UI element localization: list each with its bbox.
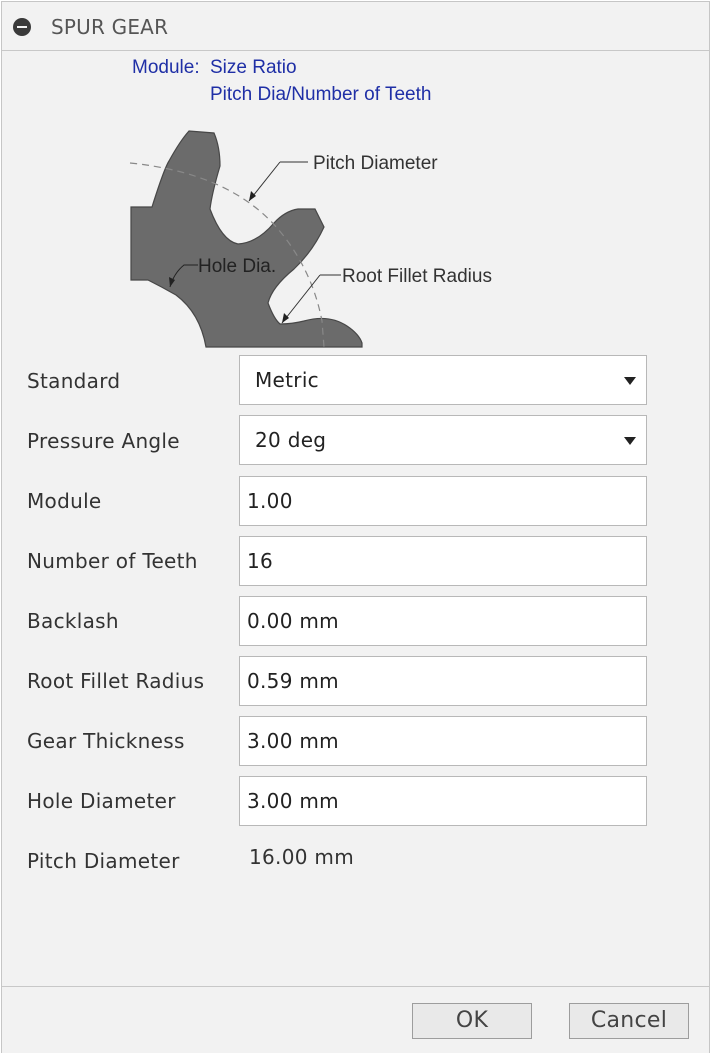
pitch-diameter-label: Pitch Diameter: [27, 849, 180, 873]
hole-diameter-label: Hole Diameter: [27, 789, 176, 813]
hole-diameter-value: 3.00 mm: [247, 789, 339, 813]
module-formula: Pitch Dia/Number of Teeth: [210, 84, 431, 105]
gear-thickness-label: Gear Thickness: [27, 729, 185, 753]
chevron-down-icon: [624, 377, 636, 385]
pressure-angle-value: 20 deg: [255, 428, 327, 452]
module-field-label: Module: [27, 489, 102, 513]
callout-root-fillet: Root Fillet Radius: [342, 266, 492, 287]
module-input[interactable]: 1.00: [239, 476, 647, 526]
backlash-label: Backlash: [27, 609, 119, 633]
pitch-diameter-value: 16.00 mm: [249, 845, 354, 869]
standard-label: Standard: [27, 369, 121, 393]
callout-pitch-diameter: Pitch Diameter: [313, 153, 438, 174]
number-of-teeth-label: Number of Teeth: [27, 549, 198, 573]
module-value: Size Ratio: [210, 57, 297, 78]
gear-thickness-value: 3.00 mm: [247, 729, 339, 753]
dialog-footer: OK Cancel: [2, 986, 709, 1053]
module-input-value: 1.00: [247, 489, 293, 513]
chevron-down-icon: [624, 437, 636, 445]
gear-thickness-input[interactable]: 3.00 mm: [239, 716, 647, 766]
gear-diagram: Module: Size Ratio Pitch Dia/Number of T…: [2, 51, 709, 351]
minus-circle-icon[interactable]: [13, 18, 31, 36]
dialog-titlebar: SPUR GEAR: [2, 2, 709, 51]
pressure-angle-select[interactable]: 20 deg: [239, 415, 647, 465]
backlash-value: 0.00 mm: [247, 609, 339, 633]
dialog-title: SPUR GEAR: [51, 15, 169, 39]
cancel-button[interactable]: Cancel: [569, 1003, 689, 1039]
backlash-input[interactable]: 0.00 mm: [239, 596, 647, 646]
pressure-angle-label: Pressure Angle: [27, 429, 180, 453]
callout-hole-dia: Hole Dia.: [198, 256, 276, 277]
root-fillet-radius-input[interactable]: 0.59 mm: [239, 656, 647, 706]
hole-diameter-input[interactable]: 3.00 mm: [239, 776, 647, 826]
root-fillet-radius-label: Root Fillet Radius: [27, 669, 205, 693]
number-of-teeth-input[interactable]: 16: [239, 536, 647, 586]
root-fillet-radius-value: 0.59 mm: [247, 669, 339, 693]
standard-select[interactable]: Metric: [239, 355, 647, 405]
spur-gear-dialog: SPUR GEAR Module: Size Ratio Pitch Dia/N…: [1, 1, 710, 1053]
ok-button[interactable]: OK: [412, 1003, 532, 1039]
number-of-teeth-value: 16: [247, 549, 274, 573]
pitch-diameter-arrow: [249, 191, 256, 201]
root-fillet-arrow: [282, 313, 289, 323]
standard-value: Metric: [255, 368, 319, 392]
module-label: Module:: [132, 57, 200, 78]
